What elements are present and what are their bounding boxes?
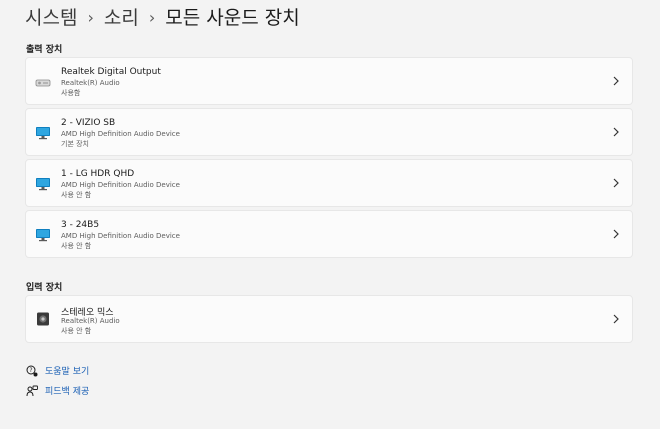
device-name: 2 - VIZIO SB <box>61 118 116 128</box>
device-name: Realtek Digital Output <box>61 67 161 77</box>
help-icon: ? <box>26 365 38 376</box>
device-name: 1 - LG HDR QHD <box>61 169 135 179</box>
device-card-stereo-mix[interactable]: 스테레오 믹스 Realtek(R) Audio 사용 안 함 <box>25 295 633 343</box>
breadcrumb: 시스템 › 소리 › 모든 사운드 장치 <box>25 6 300 30</box>
device-driver: AMD High Definition Audio Device <box>61 232 180 240</box>
help-link-label[interactable]: 도움말 보기 <box>45 364 89 377</box>
breadcrumb-separator-icon: › <box>148 8 156 27</box>
chevron-right-icon <box>613 314 619 324</box>
device-driver: Realtek(R) Audio <box>61 317 120 325</box>
speaker-icon <box>35 79 51 87</box>
monitor-icon <box>36 127 50 140</box>
device-status: 사용 안 함 <box>61 327 92 335</box>
input-section-title: 입력 장치 <box>26 283 63 293</box>
chevron-right-icon <box>613 229 619 239</box>
device-status: 기본 장치 <box>61 140 89 148</box>
device-card-lg-hdr-qhd[interactable]: 1 - LG HDR QHD AMD High Definition Audio… <box>25 159 633 207</box>
stereo-mix-icon <box>37 312 49 326</box>
output-section-title: 출력 장치 <box>26 45 63 55</box>
breadcrumb-separator-icon: › <box>87 8 94 27</box>
device-name: 3 - 24B5 <box>61 220 100 230</box>
monitor-icon <box>36 229 50 242</box>
device-card-24b5[interactable]: 3 - 24B5 AMD High Definition Audio Devic… <box>25 210 633 258</box>
breadcrumb-system[interactable]: 시스템 <box>25 6 77 30</box>
chevron-right-icon <box>613 76 619 86</box>
monitor-icon <box>36 178 50 191</box>
device-driver: Realtek(R) Audio <box>61 79 120 87</box>
feedback-link-label[interactable]: 피드백 제공 <box>45 384 89 397</box>
chevron-right-icon <box>613 127 619 137</box>
breadcrumb-sound[interactable]: 소리 <box>104 6 139 30</box>
device-driver: AMD High Definition Audio Device <box>61 130 180 138</box>
chevron-right-icon <box>613 178 619 188</box>
page-title: 모든 사운드 장치 <box>165 7 300 29</box>
svg-text:?: ? <box>29 367 32 374</box>
device-card-realtek-digital-output[interactable]: Realtek Digital Output Realtek(R) Audio … <box>25 57 633 105</box>
feedback-icon <box>26 385 38 396</box>
device-driver: AMD High Definition Audio Device <box>61 181 180 189</box>
device-card-vizio-sb[interactable]: 2 - VIZIO SB AMD High Definition Audio D… <box>25 108 633 156</box>
device-status: 사용함 <box>61 89 81 97</box>
help-link[interactable]: ? 도움말 보기 <box>26 364 89 377</box>
device-status: 사용 안 함 <box>61 191 92 199</box>
feedback-link[interactable]: 피드백 제공 <box>26 384 89 397</box>
device-status: 사용 안 함 <box>61 242 92 250</box>
